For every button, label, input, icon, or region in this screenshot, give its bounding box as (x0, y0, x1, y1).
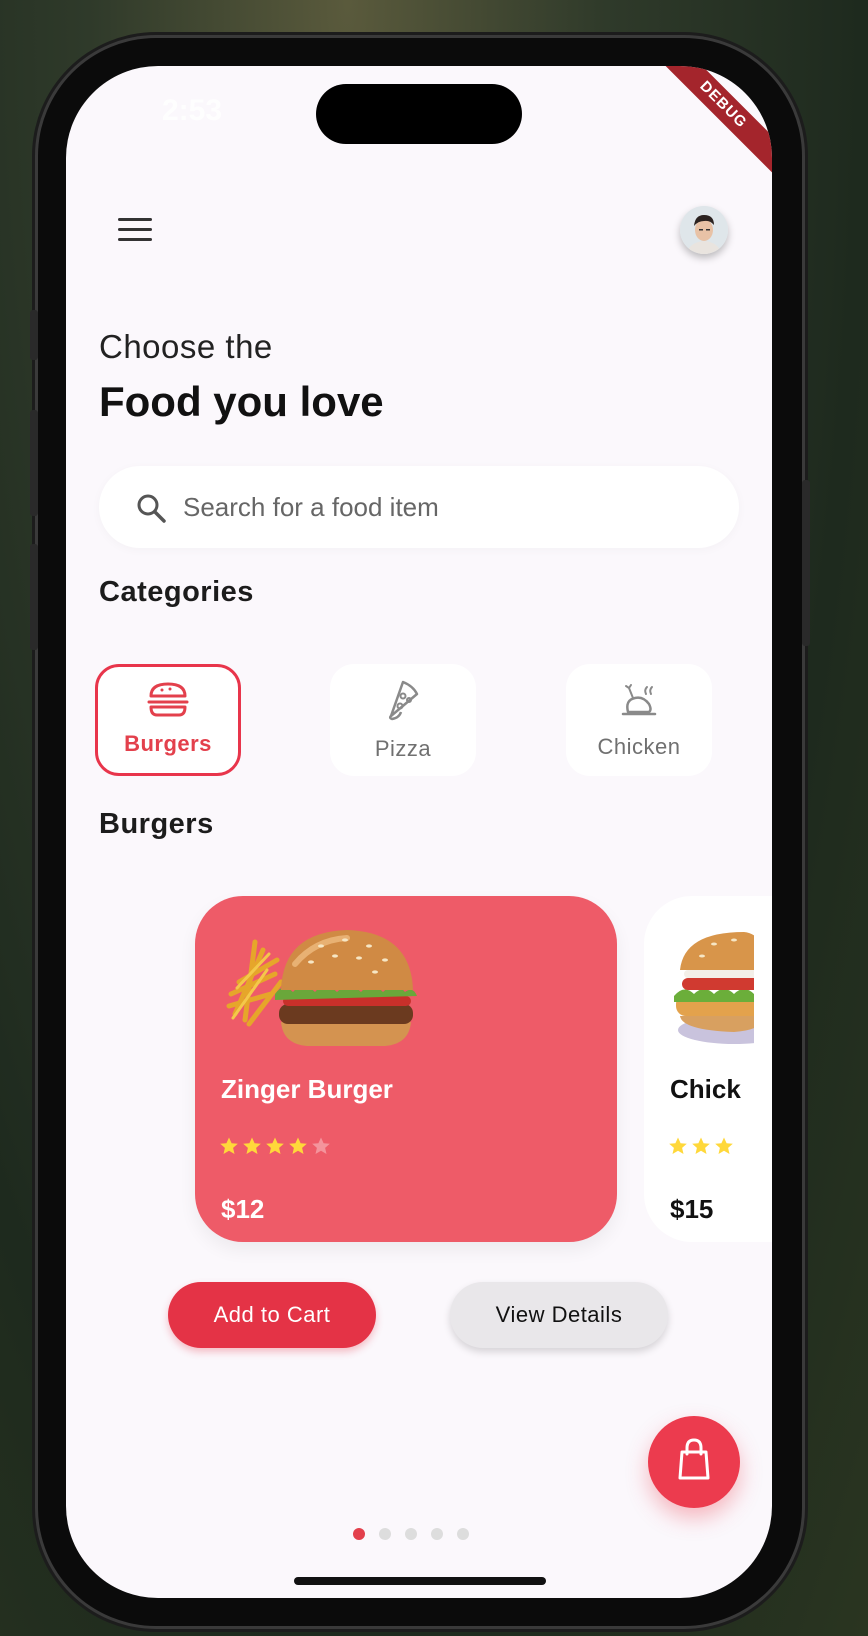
side-button-mute (30, 310, 38, 360)
burger-icon (147, 682, 189, 717)
star-filled-icon (243, 1137, 261, 1154)
star-filled-icon (266, 1137, 284, 1154)
category-chicken[interactable]: Chicken (566, 664, 712, 776)
search-input[interactable] (183, 486, 703, 528)
product-price: $15 (670, 1194, 714, 1224)
star-filled-icon (289, 1137, 307, 1154)
category-label: Pizza (374, 736, 432, 761)
avatar-image (680, 206, 728, 254)
category-pizza[interactable]: Pizza (330, 664, 476, 776)
page-dot[interactable] (405, 1528, 417, 1540)
chicken-icon (621, 684, 657, 716)
app-screen: 2:53 DEBUG Choose the Food you love Cate… (66, 66, 772, 1598)
page-dot[interactable] (457, 1528, 469, 1540)
star-filled-icon (715, 1137, 733, 1154)
menu-icon[interactable] (118, 218, 152, 242)
product-card-zinger-burger[interactable]: Zinger Burger $12 (195, 896, 617, 1242)
star-empty-icon (312, 1137, 330, 1154)
page-dot[interactable] (431, 1528, 443, 1540)
cart-fab-button[interactable] (648, 1416, 740, 1508)
star-filled-icon (220, 1137, 238, 1154)
product-name: Chick (670, 1074, 741, 1104)
view-details-button[interactable]: View Details (450, 1282, 668, 1348)
add-to-cart-button[interactable]: Add to Cart (168, 1282, 376, 1348)
page-title: Food you love (99, 378, 384, 425)
product-price: $12 (221, 1194, 265, 1224)
home-indicator[interactable] (294, 1577, 546, 1585)
page-subtitle: Choose the (99, 328, 273, 365)
page-dot[interactable] (353, 1528, 365, 1540)
category-label: Chicken (597, 734, 681, 759)
dynamic-island (316, 84, 522, 144)
product-name: Zinger Burger (221, 1074, 393, 1104)
pizza-icon (388, 680, 419, 721)
search-bar[interactable] (99, 466, 739, 548)
star-filled-icon (692, 1137, 710, 1154)
section-heading: Burgers (99, 808, 214, 840)
side-button-volume-down (30, 544, 38, 650)
page-dot[interactable] (379, 1528, 391, 1540)
page-indicator (353, 1528, 469, 1540)
status-time: 2:53 (162, 94, 223, 127)
star-filled-icon (669, 1137, 687, 1154)
product-card-chicken[interactable]: Chick $15 (644, 896, 772, 1242)
burger-image (226, 930, 417, 1046)
chicken-burger-image (674, 932, 754, 1044)
side-button-power (802, 480, 810, 646)
rating-stars (219, 1136, 331, 1156)
shopping-bag-icon (678, 1438, 710, 1480)
side-button-volume-up (30, 410, 38, 516)
rating-stars (668, 1136, 734, 1156)
categories-heading: Categories (99, 576, 254, 608)
search-icon (137, 494, 166, 523)
avatar[interactable] (680, 206, 728, 254)
category-label: Burgers (124, 731, 212, 756)
category-burgers[interactable]: Burgers (95, 664, 241, 776)
